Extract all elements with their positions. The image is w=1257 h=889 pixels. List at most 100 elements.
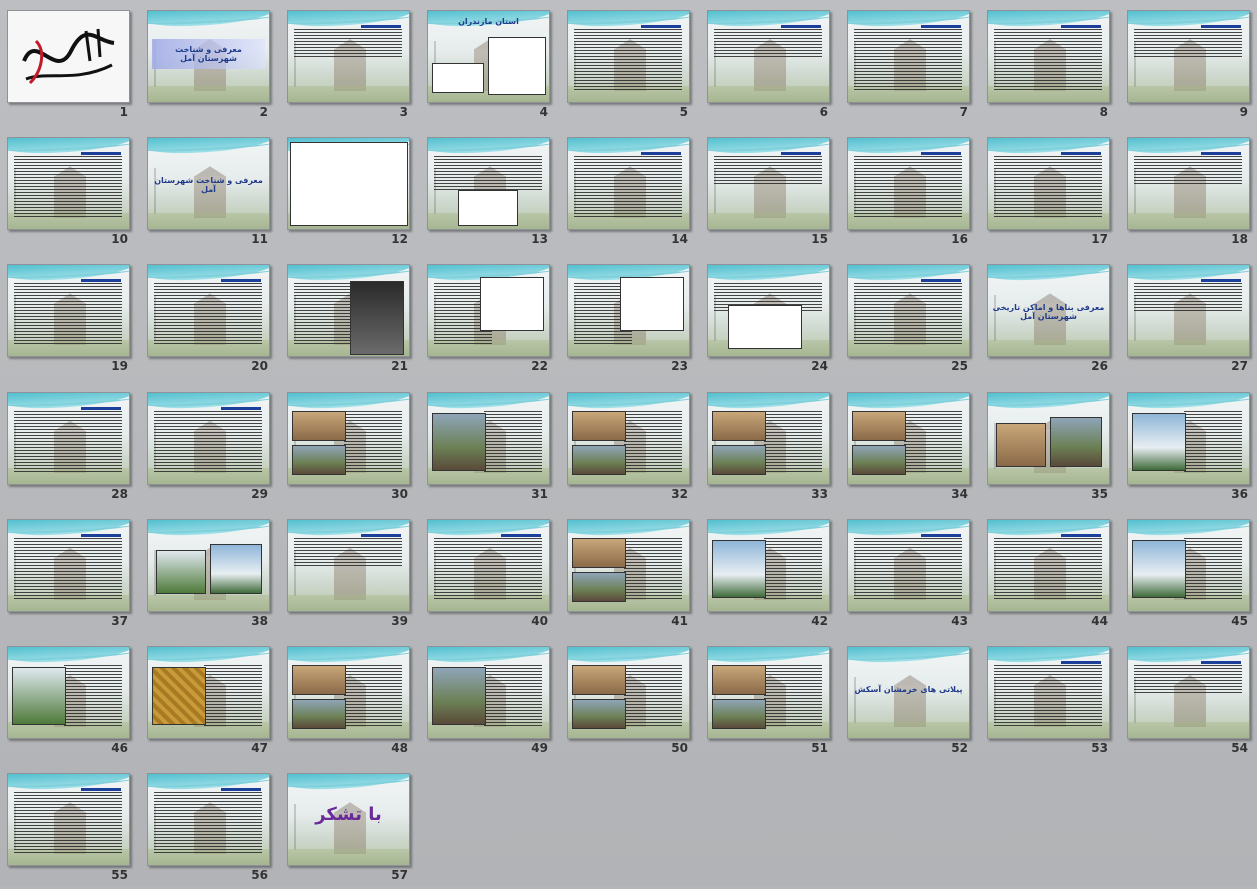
slide-thumbnail[interactable]	[1127, 518, 1250, 612]
slide-thumbnail[interactable]	[987, 10, 1110, 103]
slide-text-block	[994, 537, 1102, 600]
slide-thumbnail[interactable]	[847, 264, 970, 358]
slide-heading	[1201, 279, 1241, 283]
slide-title: معرفی و شناخت شهرستان آمل	[154, 176, 263, 195]
ground-strip	[288, 849, 409, 866]
slide-thumbnail[interactable]	[287, 137, 410, 231]
slide-thumbnail[interactable]	[147, 391, 270, 485]
slide-thumbnail[interactable]: پیلاتی های خرمشان آسکش	[847, 646, 970, 739]
slide-thumbnail[interactable]: با تشکر	[287, 773, 410, 867]
slide-cell: با تشکر 57	[280, 765, 410, 889]
slide-number: 23	[671, 359, 688, 374]
slide-thumbnail[interactable]	[987, 646, 1110, 739]
slide-thumbnail[interactable]	[287, 646, 410, 739]
slide-text-block	[764, 537, 822, 600]
slide-thumbnail[interactable]	[987, 137, 1110, 231]
slide-thumbnail[interactable]	[707, 391, 830, 485]
slide-thumbnail[interactable]	[707, 518, 830, 612]
slide-number: 16	[951, 232, 968, 247]
slide-thumbnail[interactable]	[7, 646, 130, 739]
slide-image	[620, 277, 684, 332]
slide-thumbnail[interactable]	[7, 391, 130, 485]
slide-cell: 12	[280, 129, 410, 253]
slide-thumbnail[interactable]	[427, 264, 550, 358]
slide-thumbnail[interactable]	[7, 518, 130, 612]
slide-thumbnail[interactable]	[7, 773, 130, 867]
slide-thumbnail[interactable]	[567, 518, 690, 612]
slide-cell: 55	[0, 765, 130, 889]
slide-thumbnail[interactable]	[287, 264, 410, 358]
slide-text-block	[14, 792, 122, 855]
slide-thumbnail[interactable]: معرفی و شناخت شهرستان آمل	[147, 137, 270, 231]
slide-title: معرفی و شناخت شهرستان آمل	[152, 39, 265, 69]
slide-thumbnail[interactable]: معرفی بناها و اماکن تاریخی شهرستان آمل	[987, 264, 1110, 358]
slide-thumbnail[interactable]	[287, 10, 410, 103]
slide-thumbnail[interactable]	[567, 391, 690, 485]
slide-thumbnail[interactable]	[147, 518, 270, 612]
slide-number: 43	[951, 613, 968, 628]
slide-thumbnail[interactable]	[427, 137, 550, 231]
slide-heading	[81, 533, 121, 537]
slide-thumbnail[interactable]	[427, 391, 550, 485]
slide-thumbnail[interactable]	[567, 646, 690, 739]
slide-thumbnail[interactable]	[287, 518, 410, 612]
slide-thumbnail[interactable]	[1127, 10, 1250, 103]
slide-thumbnail[interactable]	[7, 10, 130, 103]
slide-image	[1132, 412, 1186, 471]
slide-cell: معرفی و شناخت شهرستان آمل 2	[140, 2, 270, 126]
slide-text-block	[484, 410, 542, 473]
slide-thumbnail[interactable]	[987, 391, 1110, 485]
slide-heading	[81, 152, 121, 156]
slide-thumbnail[interactable]	[707, 10, 830, 103]
slide-thumbnail[interactable]	[427, 518, 550, 612]
slide-cell: 51	[700, 638, 830, 762]
slide-thumbnail[interactable]	[287, 391, 410, 485]
slide-number: 46	[111, 741, 128, 755]
slide-image	[458, 190, 518, 227]
slide-thumbnail[interactable]	[707, 264, 830, 358]
ground-strip	[988, 340, 1109, 357]
slide-thumbnail[interactable]	[707, 646, 830, 739]
slide-thumbnail[interactable]	[847, 518, 970, 612]
slide-cell: استان مازندران 4	[420, 2, 550, 126]
ground-strip	[708, 86, 829, 102]
slide-thumbnail[interactable]	[567, 264, 690, 358]
slide-text-block	[624, 410, 682, 473]
slide-image	[712, 665, 766, 695]
slide-thumbnail[interactable]	[1127, 137, 1250, 231]
slide-thumbnail[interactable]: معرفی و شناخت شهرستان آمل	[147, 10, 270, 103]
slide-heading	[501, 533, 541, 537]
slide-thumbnail[interactable]	[147, 646, 270, 739]
slide-thumbnail[interactable]	[567, 137, 690, 231]
slide-thumbnail[interactable]	[847, 137, 970, 231]
slide-cell: 22	[420, 256, 550, 380]
slide-image	[432, 412, 486, 471]
slide-image	[1132, 539, 1186, 598]
slide-thumbnail[interactable]: استان مازندران	[427, 10, 550, 103]
slide-thumbnail[interactable]	[1127, 264, 1250, 358]
slide-cell: 44	[980, 511, 1110, 635]
slide-thumbnail[interactable]	[427, 646, 550, 739]
slide-number: 15	[811, 232, 828, 247]
slide-text-block	[64, 665, 122, 727]
slide-sorter-view: 1 معرفی و شناخت شهرستان آمل 2 3 استان مازندر…	[0, 0, 1257, 886]
slide-thumbnail[interactable]	[707, 137, 830, 231]
slide-cell: معرفی بناها و اماکن تاریخی شهرستان آمل 26	[980, 256, 1110, 380]
slide-thumbnail[interactable]	[147, 264, 270, 358]
slide-thumbnail[interactable]	[987, 518, 1110, 612]
slide-thumbnail[interactable]	[1127, 646, 1250, 739]
slide-thumbnail[interactable]	[847, 391, 970, 485]
slide-thumbnail[interactable]	[847, 10, 970, 103]
slide-heading	[1061, 152, 1101, 156]
slide-thumbnail[interactable]	[7, 264, 130, 358]
slide-thumbnail[interactable]	[567, 10, 690, 103]
slide-heading	[361, 25, 401, 28]
slide-thumbnail[interactable]	[1127, 391, 1250, 485]
slide-thumbnail[interactable]	[147, 773, 270, 867]
slide-number: 8	[1099, 105, 1108, 119]
slide-image	[572, 537, 626, 568]
slide-number: 30	[391, 486, 408, 501]
slide-cell: 8	[980, 2, 1110, 126]
slide-text-block	[624, 537, 682, 600]
slide-thumbnail[interactable]	[7, 137, 130, 231]
